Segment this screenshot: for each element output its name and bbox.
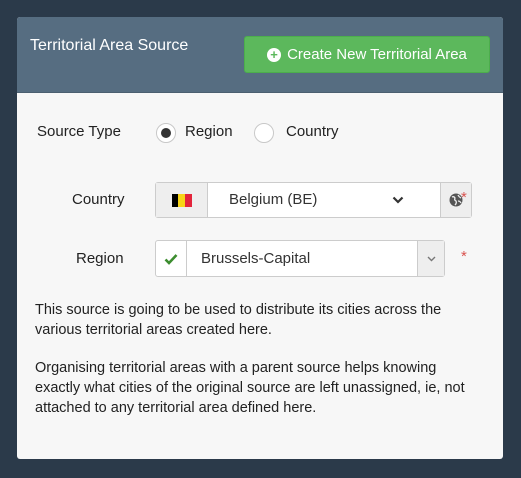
panel-title: Territorial Area Source <box>30 37 189 54</box>
region-select[interactable]: Brussels-Capital <box>155 240 445 277</box>
region-radio[interactable] <box>156 123 176 143</box>
check-icon <box>164 253 178 265</box>
create-button-label: Create New Territorial Area <box>287 46 467 63</box>
belgium-flag-icon <box>171 193 192 207</box>
country-radio-label[interactable]: Country <box>286 123 339 140</box>
plus-circle-icon: + <box>267 47 282 62</box>
territorial-area-source-panel: Territorial Area Source + Create New Ter… <box>17 17 503 459</box>
description-paragraph-2: Organising territorial areas with a pare… <box>35 360 465 416</box>
panel-header: Territorial Area Source + Create New Ter… <box>17 17 503 93</box>
country-label: Country <box>72 191 125 208</box>
region-label: Region <box>76 250 124 267</box>
chevron-down-icon <box>392 196 404 204</box>
check-addon <box>156 241 187 276</box>
description-paragraph-1: This source is going to be used to distr… <box>35 302 442 338</box>
flag-addon <box>156 183 208 217</box>
country-radio[interactable] <box>254 123 274 143</box>
country-select-value: Belgium (BE) <box>229 191 318 208</box>
chevron-down-icon <box>427 256 435 261</box>
source-type-label: Source Type <box>37 123 121 140</box>
region-required-marker: * <box>461 248 467 265</box>
create-territorial-area-button[interactable]: + Create New Territorial Area <box>244 36 490 73</box>
panel-body: Source Type Region Country Country Belgi… <box>17 93 503 459</box>
country-select[interactable]: Belgium (BE) <box>155 182 472 218</box>
region-select-value: Brussels-Capital <box>201 250 311 267</box>
region-dropdown-toggle[interactable] <box>417 241 444 276</box>
region-radio-label[interactable]: Region <box>185 123 233 140</box>
country-required-marker: * <box>461 189 467 206</box>
